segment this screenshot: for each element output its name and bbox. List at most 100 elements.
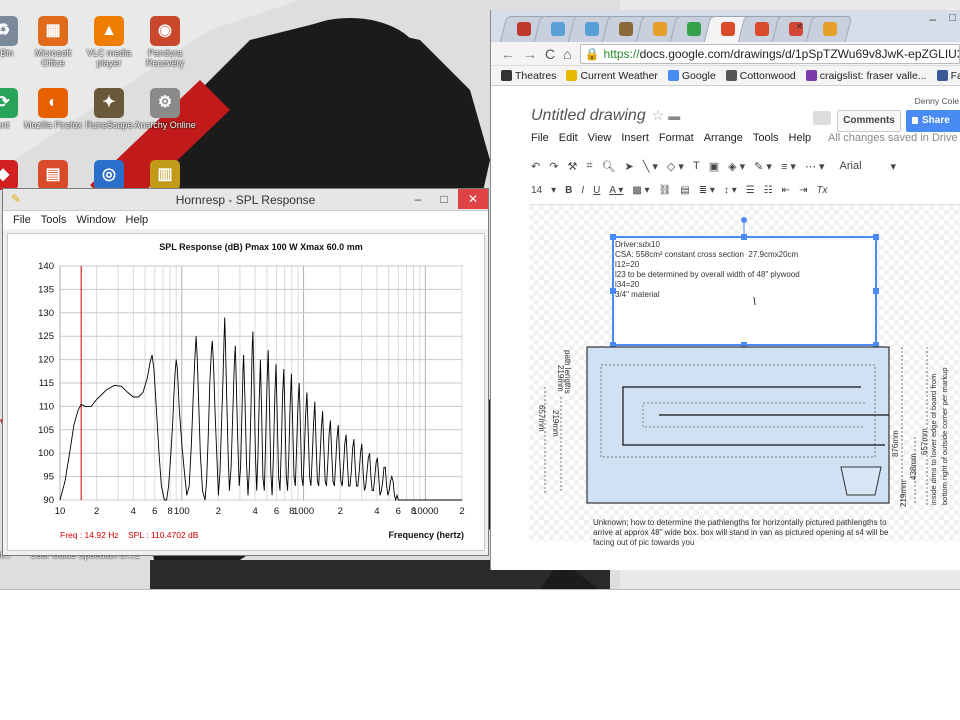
line-icon[interactable]: ╲ ▾ xyxy=(643,160,658,173)
comments-button[interactable]: Comments xyxy=(837,110,901,132)
label-inside-dims: inside dims to lower edge of board from xyxy=(929,373,938,505)
desktop-icon[interactable]: ⚙ Anarchy Online xyxy=(134,88,196,130)
underline-icon[interactable]: U xyxy=(593,185,600,196)
label-438mm: 438mm xyxy=(909,453,918,480)
textbox-icon[interactable]: T xyxy=(693,160,700,172)
desktop-icon[interactable]: ◐ Mozilla Firefox xyxy=(22,88,84,130)
y-tick-label: 115 xyxy=(39,378,54,389)
label-657mm: 657mm xyxy=(537,405,546,432)
bookmark-item[interactable]: craigslist: fraser valle... xyxy=(805,70,927,82)
bookmark-item[interactable]: Google xyxy=(667,70,716,82)
home-icon[interactable]: ⌂ xyxy=(563,46,571,62)
line-spacing-icon[interactable]: ↕ ▾ xyxy=(724,185,737,196)
image-icon[interactable]: ▣ xyxy=(709,160,719,173)
close-button[interactable]: ✕ xyxy=(458,189,488,209)
desktop-icon[interactable]: ▦ Microsoft Office xyxy=(22,16,84,68)
menu-view[interactable]: View xyxy=(588,132,612,144)
select-icon[interactable]: ➤ xyxy=(624,160,633,173)
undo-icon[interactable]: ↶ xyxy=(531,160,540,173)
document-title-text[interactable]: Untitled drawing xyxy=(531,107,646,124)
menu-tools[interactable]: Tools xyxy=(37,214,71,226)
rotate-handle[interactable] xyxy=(741,217,747,223)
folder-icon[interactable]: ▬ xyxy=(668,109,680,123)
url-field[interactable]: 🔒 https:// docs.google.com/drawings/d/1p… xyxy=(579,43,960,64)
maximize-button[interactable]: □ xyxy=(430,189,458,209)
bookmark-item[interactable]: Cottonwood xyxy=(725,70,796,82)
menu-help[interactable]: Help xyxy=(122,214,153,226)
reload-icon[interactable]: C xyxy=(545,46,555,62)
browser-tab[interactable] xyxy=(805,16,853,42)
url-scheme: https:// xyxy=(603,46,640,61)
line-dash-icon[interactable]: ⋯ ▾ xyxy=(805,160,825,173)
back-icon[interactable]: ← xyxy=(501,46,515,62)
forward-icon[interactable]: → xyxy=(523,46,537,62)
line-color-icon[interactable]: ✎ ▾ xyxy=(754,160,772,173)
y-tick-label: 140 xyxy=(38,261,54,272)
italic-icon[interactable]: I xyxy=(581,185,584,196)
note-line: l12=20 xyxy=(615,260,640,269)
shape-icon[interactable]: ◇ ▾ xyxy=(667,160,684,173)
text-color-icon[interactable]: A ▾ xyxy=(609,185,623,196)
align-icon[interactable]: ≣ ▾ xyxy=(699,185,715,196)
driver-notes-text[interactable]: Driver:sdx10 CSA: 558cm² constant cross s… xyxy=(615,240,800,300)
desktop-icon[interactable]: ✦ RuneScape xyxy=(78,88,140,130)
share-button[interactable]: Share xyxy=(906,110,960,132)
minimize-button[interactable]: – xyxy=(404,189,432,209)
lock-icon: 🔒 xyxy=(584,46,600,61)
paint-format-icon[interactable]: ⚒ xyxy=(567,160,577,173)
bookmark-item[interactable]: Facebook xyxy=(936,70,960,82)
comment-icon[interactable] xyxy=(813,111,831,125)
spl-chart[interactable]: SPL Response (dB) Pmax 100 W Xmax 60.0 m… xyxy=(8,234,484,550)
label-219mm: 219mm xyxy=(556,365,565,392)
y-tick-label: 125 xyxy=(38,331,54,342)
window-minimize-icon[interactable]: – xyxy=(929,12,936,26)
numbered-list-icon[interactable]: ☰ xyxy=(746,185,755,196)
bold-icon[interactable]: B xyxy=(565,185,572,196)
tab-close-icon[interactable]: × xyxy=(796,19,803,33)
desktop-icon[interactable]: ▲ VLC media player xyxy=(78,16,140,68)
hornresp-window: ✎ Hornresp - SPL Response – □ ✕ File Too… xyxy=(2,188,489,556)
tab-strip: × – □ xyxy=(491,10,960,42)
decrease-indent-icon[interactable]: ⇤ xyxy=(782,185,790,196)
resize-handle[interactable] xyxy=(873,288,879,294)
spl-response-plot[interactable]: SPL Response (dB) Pmax 100 W Xmax 60.0 m… xyxy=(7,233,485,551)
chevron-down-icon[interactable]: ▾ xyxy=(551,185,556,196)
y-tick-label: 110 xyxy=(39,401,54,412)
font-select[interactable]: Arial xyxy=(840,160,862,172)
link-icon[interactable]: ⛓ xyxy=(659,185,672,196)
menu-tools[interactable]: Tools xyxy=(753,132,779,144)
font-size-select[interactable]: 14 xyxy=(531,185,542,196)
comment-add-icon[interactable]: ▤ xyxy=(680,185,689,196)
user-name[interactable]: Denny Cole xyxy=(915,96,959,106)
chevron-down-icon[interactable]: ▾ xyxy=(891,160,897,173)
fill-color-icon[interactable]: ◈ ▾ xyxy=(728,160,745,173)
app-icon: ▲ xyxy=(94,16,124,46)
clear-format-icon[interactable]: Tx xyxy=(816,185,827,196)
zoom-icon[interactable]: 🔍︎ xyxy=(602,160,616,173)
desktop-icon[interactable]: ◉ Pandora Recovery xyxy=(134,16,196,68)
menu-format[interactable]: Format xyxy=(659,132,694,144)
document-title[interactable]: Untitled drawing ☆ ▬ xyxy=(531,107,680,125)
menu-file[interactable]: File xyxy=(531,132,549,144)
drawing-canvas[interactable]: Driver:sdx10 CSA: 558cm² constant cross s… xyxy=(529,204,960,547)
menu-file[interactable]: File xyxy=(9,214,35,226)
menu-window[interactable]: Window xyxy=(72,214,119,226)
line-weight-icon[interactable]: ≡ ▾ xyxy=(781,160,796,173)
fit-icon[interactable]: ⌗ xyxy=(586,160,592,173)
redo-icon[interactable]: ↷ xyxy=(549,160,558,173)
menu-insert[interactable]: Insert xyxy=(621,132,649,144)
caption-text[interactable]: Unknown; how to determine the pathlength… xyxy=(593,518,893,548)
bookmark-item[interactable]: Theatres xyxy=(501,70,556,82)
increase-indent-icon[interactable]: ⇥ xyxy=(799,185,807,196)
window-maximize-icon[interactable]: □ xyxy=(949,12,956,24)
google-drawings-page: Denny Cole Untitled drawing ☆ ▬ Comments S… xyxy=(491,86,960,570)
menu-edit[interactable]: Edit xyxy=(559,132,578,144)
resize-handle[interactable] xyxy=(873,234,879,240)
menu-arrange[interactable]: Arrange xyxy=(704,132,743,144)
bulleted-list-icon[interactable]: ☷ xyxy=(764,185,773,196)
bookmark-item[interactable]: Current Weather xyxy=(566,70,658,82)
highlight-icon[interactable]: ▩ ▾ xyxy=(632,185,649,196)
star-icon[interactable]: ☆ xyxy=(652,107,665,123)
hornresp-titlebar[interactable]: ✎ Hornresp - SPL Response – □ ✕ xyxy=(3,189,488,211)
menu-help[interactable]: Help xyxy=(789,132,812,144)
